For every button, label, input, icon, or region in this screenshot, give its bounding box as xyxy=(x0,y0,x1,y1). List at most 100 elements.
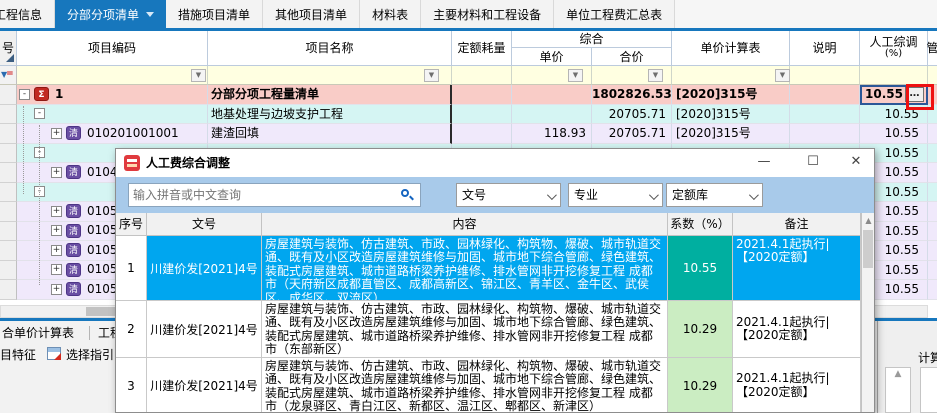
collapse-icon[interactable]: - xyxy=(34,108,45,119)
row-calc-doc: [2020]315号 xyxy=(672,105,790,125)
row-calc-doc: [2020]315号 xyxy=(672,85,790,105)
collapse-icon[interactable]: - xyxy=(19,89,30,100)
dialog-table-row[interactable]: 3 川建价发[2021]4号 房屋建筑与装饰、仿古建筑、市政、园林绿化、构筑物、… xyxy=(116,358,861,413)
col-header-labor-adj[interactable]: 人工综调(%) xyxy=(860,31,928,66)
drow-coef: 10.29 xyxy=(668,301,733,358)
close-button[interactable]: ✕ xyxy=(839,149,873,177)
tab-project-info[interactable]: 工程信息 xyxy=(0,0,55,28)
dialog-table-row-selected[interactable]: 1 川建价发[2021]4号 房屋建筑与装饰、仿古建筑、市政、园林绿化、构筑物、… xyxy=(116,236,861,301)
list-item-icon: 清 xyxy=(66,204,81,218)
tab-measure-list[interactable]: 措施项目清单 xyxy=(166,0,263,28)
tab-unit-cost-summary[interactable]: 单位工程费汇总表 xyxy=(554,0,675,28)
expand-icon[interactable]: + xyxy=(51,206,62,217)
filter-cell-seq: ▼= xyxy=(0,66,17,85)
dcol-header-note: 备注 xyxy=(733,213,861,236)
row-total: 20705.71 xyxy=(592,105,672,125)
col-header-composite[interactable]: 综合 xyxy=(512,31,672,48)
sigma-icon: Σ xyxy=(34,87,49,101)
search-box[interactable] xyxy=(128,183,421,207)
annotation-highlight-box xyxy=(906,84,934,110)
minimize-button[interactable]: — xyxy=(747,149,781,177)
tab-material-list[interactable]: 材料表 xyxy=(360,0,421,28)
col-header-quota[interactable]: 定额耗量 xyxy=(452,31,512,66)
row-code: 010201001001 xyxy=(87,124,179,143)
dialog-scrollbar[interactable]: ▲ xyxy=(861,213,874,413)
search-icon[interactable] xyxy=(401,189,414,202)
row-price: 118.93 xyxy=(512,124,592,144)
expand-icon[interactable]: + xyxy=(51,167,62,178)
scrollbar-thumb[interactable] xyxy=(863,230,873,268)
table-row[interactable]: - 地基处理与边坡支护工程 20705.71 [2020]315号 10.55 xyxy=(0,105,937,125)
filter-cell-mgr xyxy=(928,66,937,85)
tab-divider xyxy=(89,326,90,340)
expand-icon[interactable]: + xyxy=(51,284,62,295)
table-row[interactable]: - Σ 1 分部分项工程量清单 1802826.53 [2020]315号 10… xyxy=(0,85,937,105)
tab-unit-price-calc[interactable]: 合单价计算表 xyxy=(2,324,74,342)
specialty-select[interactable]: 专业 xyxy=(568,183,663,207)
col-header-code[interactable]: 项目编码 xyxy=(17,31,208,66)
row-name: 建渣回填 xyxy=(208,124,452,144)
drow-content: 房屋建筑与装饰、仿古建筑、市政、园林绿化、构筑物、爆破、城市轨道交通、既有及小区… xyxy=(262,301,668,358)
tab-fbfx-list[interactable]: 分部分项清单 xyxy=(55,0,166,28)
filter-funnel-icon[interactable]: ▼= xyxy=(1,70,14,79)
filter-dropdown-icon[interactable]: ▼ xyxy=(568,69,583,82)
list-item-icon: 清 xyxy=(66,243,81,257)
top-tab-bar: 工程信息 分部分项清单 措施项目清单 其他项目清单 材料表 主要材料和工程设备 … xyxy=(0,0,937,31)
row-code: 1 xyxy=(55,85,63,104)
dcol-header-doc: 文号 xyxy=(147,213,262,236)
col-header-total[interactable]: 合价 xyxy=(592,48,672,66)
maximize-button[interactable]: ☐ xyxy=(796,149,830,177)
table-row[interactable]: + 清 010201001001 建渣回填 118.93 20705.71 [2… xyxy=(0,124,937,144)
labor-adj-cell[interactable]: 10.55 xyxy=(860,124,928,144)
dialog-toolbar: 文号 专业 定额库 xyxy=(116,177,874,213)
dcol-header-coef: 系数（%） xyxy=(668,213,733,236)
filter-cell-quota[interactable] xyxy=(452,66,512,85)
grid-header: 号 项目编码 项目名称 定额耗量 综合 单价 合价 单价计算表 说明 人工综调(… xyxy=(0,31,937,66)
row-total: 1802826.53 xyxy=(592,85,672,105)
tab-other-list[interactable]: 其他项目清单 xyxy=(263,0,360,28)
filter-dropdown-icon[interactable]: ▼ xyxy=(424,69,439,82)
drow-seq: 2 xyxy=(116,301,147,358)
tab-main-materials[interactable]: 主要材料和工程设备 xyxy=(421,0,554,28)
filter-dropdown-icon[interactable]: ▼ xyxy=(775,69,790,82)
tab-dropdown-icon[interactable] xyxy=(146,12,154,17)
scroll-up-icon[interactable]: ▲ xyxy=(862,213,875,228)
expand-icon[interactable]: + xyxy=(51,225,62,236)
quota-library-select[interactable]: 定额库 xyxy=(666,183,763,207)
guide-select-button[interactable]: 选择指引 xyxy=(66,346,114,364)
col-header-mgr[interactable]: 管 xyxy=(928,31,937,66)
search-input[interactable] xyxy=(133,184,388,206)
list-item-icon: 清 xyxy=(66,126,81,140)
filter-cell-note[interactable] xyxy=(790,66,860,85)
col-header-name[interactable]: 项目名称 xyxy=(208,31,452,66)
row-name: 分部分项工程量清单 xyxy=(208,85,452,105)
col-header-calc[interactable]: 单价计算表 xyxy=(672,31,790,66)
filter-dropdown-icon[interactable]: ▼ xyxy=(648,69,663,82)
expand-icon[interactable]: + xyxy=(51,128,62,139)
col-header-seq[interactable]: 号 xyxy=(0,31,17,66)
list-item-icon: 清 xyxy=(66,165,81,179)
dialog-table-row[interactable]: 2 川建价发[2021]4号 房屋建筑与装饰、仿古建筑、市政、园林绿化、构筑物、… xyxy=(116,301,861,358)
drow-coef: 10.29 xyxy=(668,358,733,413)
doc-number-select[interactable]: 文号 xyxy=(456,183,561,207)
grid-filter-row: ▼= ▼ ▼ ▼ ▼ ▼ xyxy=(0,66,937,85)
corner-triangle-icon xyxy=(6,54,14,62)
expand-icon[interactable]: + xyxy=(51,264,62,275)
drow-note: 2021.4.1起执行|【2020定额】 xyxy=(733,301,861,358)
drow-content: 房屋建筑与装饰、仿古建筑、市政、园林绿化、构筑物、爆破、城市轨道交通、既有及小区… xyxy=(262,358,668,413)
scrollbar-thumb[interactable] xyxy=(86,307,118,316)
expand-icon[interactable]: + xyxy=(51,245,62,256)
filter-dropdown-icon[interactable]: ▼ xyxy=(191,69,206,82)
dialog-table-header: 序号 文号 内容 系数（%） 备注 xyxy=(116,213,861,236)
row-calc-doc: [2020]315号 xyxy=(672,124,790,144)
filter-cell-calc[interactable] xyxy=(672,66,790,85)
dialog-title-bar[interactable]: 人工费综合调整 — ☐ ✕ xyxy=(116,149,874,177)
filter-cell-code[interactable] xyxy=(17,66,208,85)
col-header-price[interactable]: 单价 xyxy=(512,48,592,66)
col-header-note[interactable]: 说明 xyxy=(790,31,860,66)
filter-cell-adj[interactable] xyxy=(860,66,928,85)
filter-cell-name[interactable] xyxy=(208,66,452,85)
drow-seq: 1 xyxy=(116,236,147,301)
scroll-up-icon[interactable]: ▲ xyxy=(886,368,910,381)
side-scroll-box[interactable]: ▲ xyxy=(885,367,911,413)
